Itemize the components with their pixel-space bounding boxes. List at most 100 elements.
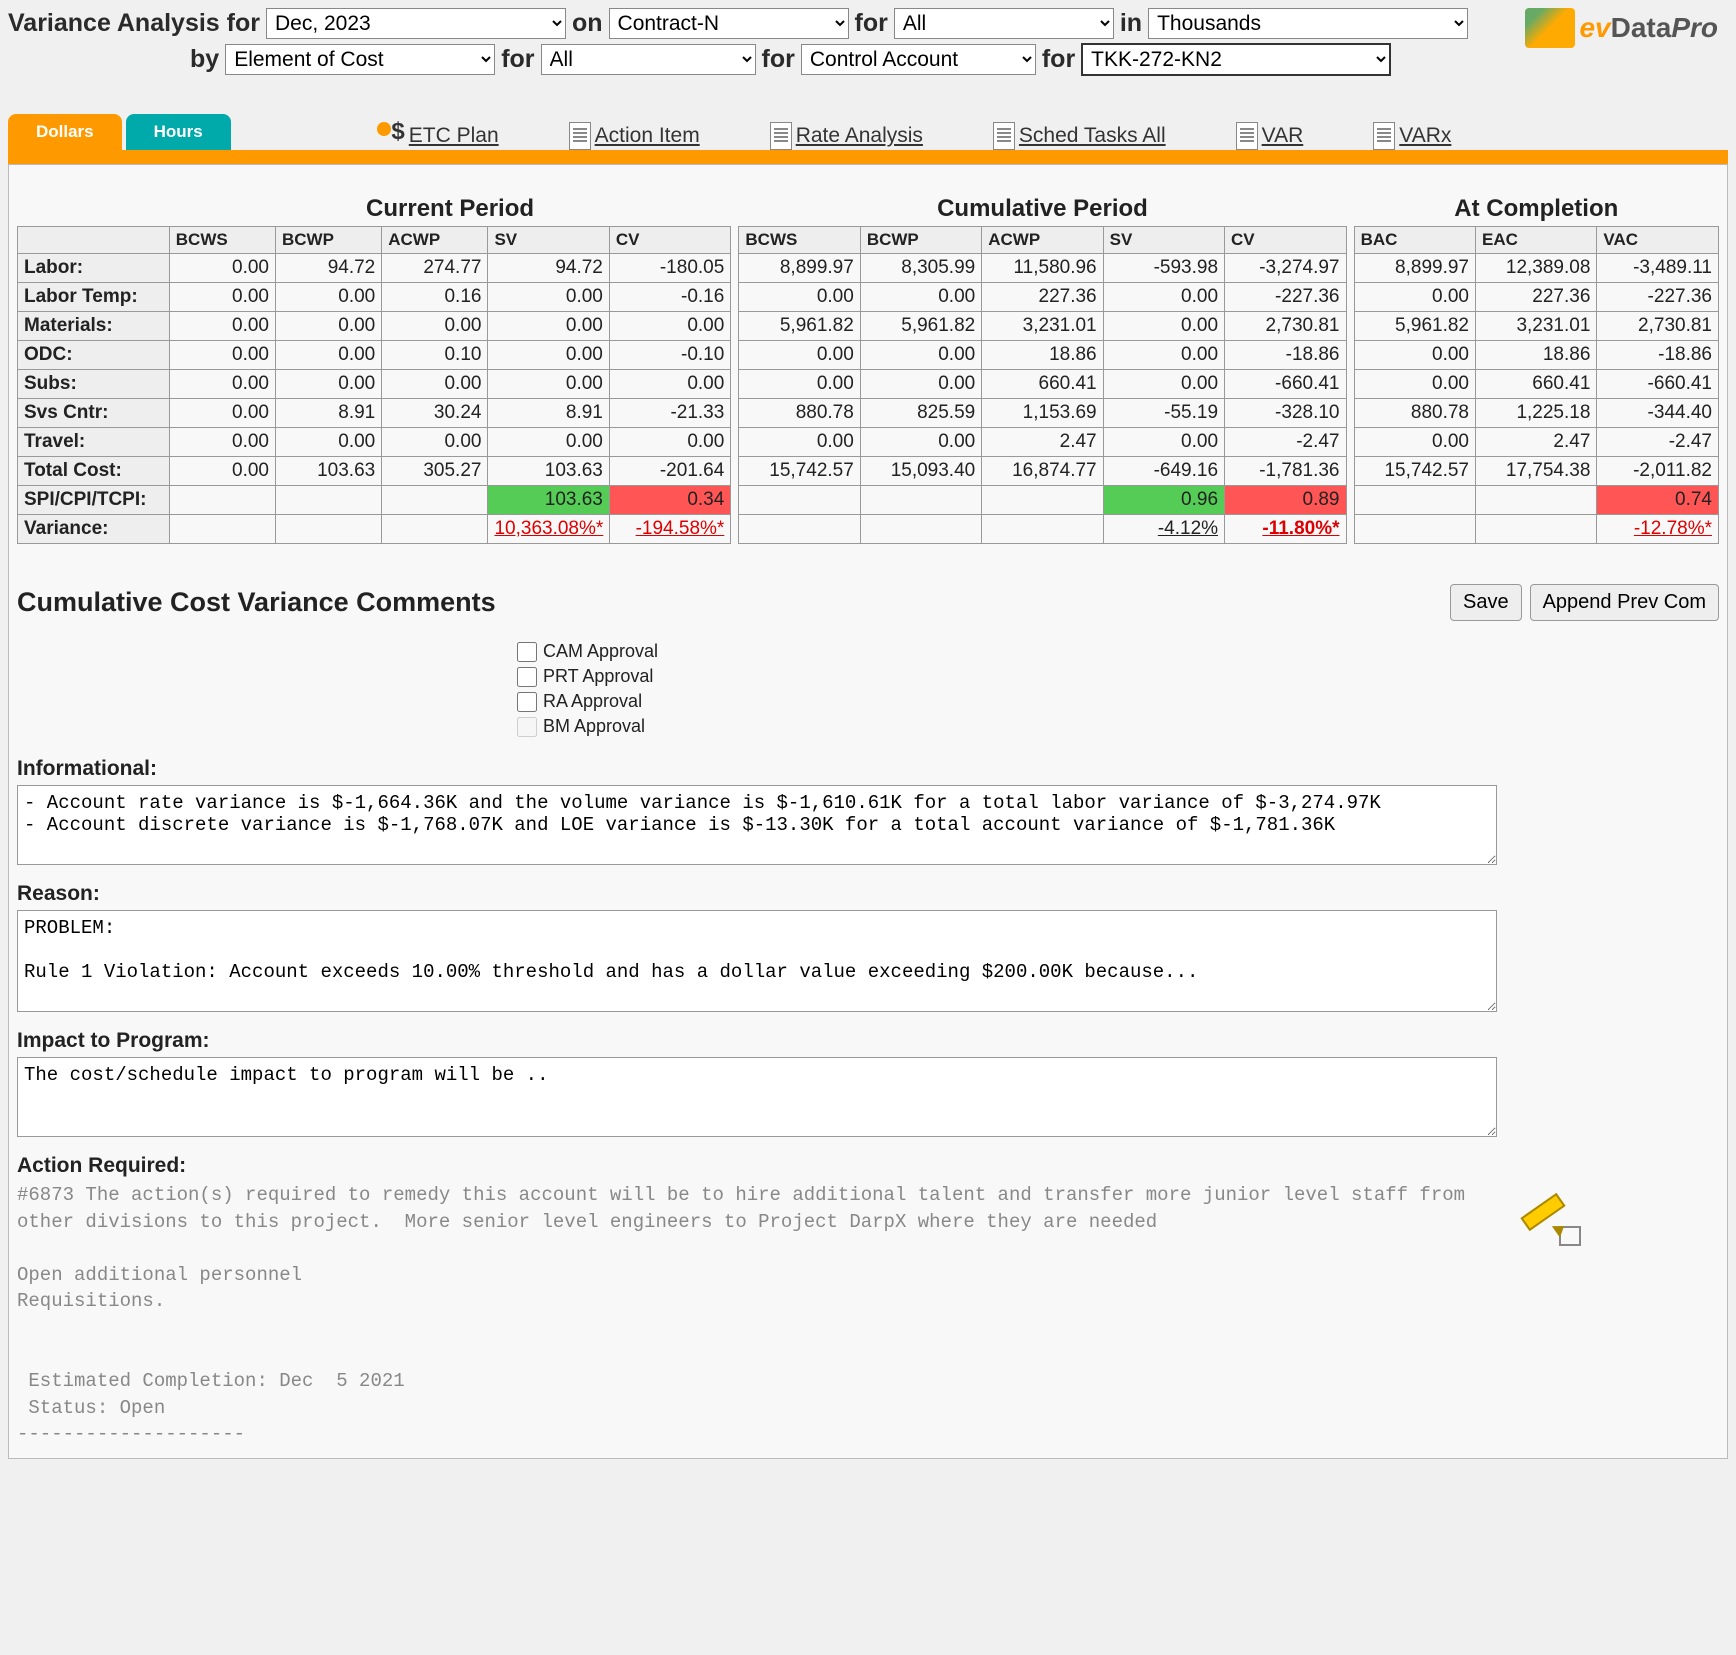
cell: -227.36 [1225, 283, 1346, 312]
cell: 0.00 [382, 312, 488, 341]
cell: 0.00 [860, 341, 981, 370]
cell: -660.41 [1225, 370, 1346, 399]
cell[interactable]: 10,363.08%* [488, 515, 609, 544]
for2-label: for [501, 45, 534, 74]
prt-approval-checkbox[interactable] [517, 667, 537, 687]
cell: 0.00 [488, 312, 609, 341]
save-button[interactable]: Save [1450, 584, 1522, 621]
rate-analysis-link[interactable]: Rate Analysis [796, 124, 923, 148]
ra-approval-checkbox[interactable] [517, 692, 537, 712]
col-sv-cur: SV [488, 227, 609, 254]
title-prefix: Variance Analysis for [8, 9, 260, 38]
row-label: Travel: [18, 428, 170, 457]
cell[interactable]: -4.12% [1103, 515, 1224, 544]
cell: 94.72 [488, 254, 609, 283]
cell[interactable] [739, 515, 860, 544]
cell: 0.00 [276, 428, 382, 457]
cell [382, 486, 488, 515]
dollars-tab[interactable]: Dollars [8, 114, 122, 150]
cell: -0.10 [609, 341, 730, 370]
cell: 0.00 [739, 283, 860, 312]
cell: -227.36 [1597, 283, 1719, 312]
cell[interactable] [382, 515, 488, 544]
cell[interactable]: -11.80%* [1225, 515, 1346, 544]
cell: 0.00 [382, 428, 488, 457]
in-label: in [1120, 9, 1142, 38]
cell[interactable]: -194.58%* [609, 515, 730, 544]
cell [1354, 486, 1475, 515]
cell [982, 486, 1103, 515]
cell: 0.00 [169, 341, 275, 370]
cell: 0.00 [169, 370, 275, 399]
cell[interactable] [982, 515, 1103, 544]
cell: 15,093.40 [860, 457, 981, 486]
hours-tab[interactable]: Hours [126, 114, 231, 150]
edit-pencil-icon[interactable] [1517, 1192, 1577, 1242]
reason-textarea[interactable] [17, 910, 1497, 1012]
sched-tasks-link[interactable]: Sched Tasks All [1019, 124, 1166, 148]
month-select[interactable]: Dec, 2023 [266, 8, 566, 39]
action-required-label: Action Required: [17, 1154, 1719, 1178]
cell: 103.63 [276, 457, 382, 486]
doc-icon [1236, 122, 1258, 150]
all2-select[interactable]: All [541, 44, 756, 75]
col-bcwp-cur: BCWP [276, 227, 382, 254]
cell[interactable] [169, 515, 275, 544]
cell: 1,153.69 [982, 399, 1103, 428]
cell: 17,754.38 [1476, 457, 1597, 486]
cell[interactable]: -12.78%* [1597, 515, 1719, 544]
logo-pro: Pro [1671, 12, 1718, 44]
eoc-select[interactable]: Element of Cost [225, 44, 495, 75]
cell: 0.00 [169, 254, 275, 283]
cell: 0.00 [1354, 428, 1475, 457]
contract-select[interactable]: Contract-N [609, 8, 849, 39]
tkk-select[interactable]: TKK-272-KN2 [1081, 43, 1391, 76]
cell: 0.00 [488, 283, 609, 312]
varx-link[interactable]: VARx [1399, 124, 1451, 148]
row-label: Subs: [18, 370, 170, 399]
action-item-link[interactable]: Action Item [595, 124, 700, 148]
by-label: by [190, 45, 219, 74]
cell: 0.34 [609, 486, 730, 515]
cell: 30.24 [382, 399, 488, 428]
col-cv-cum: CV [1225, 227, 1346, 254]
cam-approval-checkbox[interactable] [517, 642, 537, 662]
for3-label: for [762, 45, 795, 74]
cell[interactable] [276, 515, 382, 544]
etc-plan-link[interactable]: ETC Plan [409, 124, 499, 148]
var-link[interactable]: VAR [1262, 124, 1304, 148]
row-label: Labor: [18, 254, 170, 283]
cell: 305.27 [382, 457, 488, 486]
all1-select[interactable]: All [894, 8, 1114, 39]
cell[interactable] [1354, 515, 1475, 544]
cell: 2.47 [1476, 428, 1597, 457]
cell: 103.63 [488, 457, 609, 486]
cell: -2,011.82 [1597, 457, 1719, 486]
cell: 0.00 [169, 399, 275, 428]
table-row: Svs Cntr:0.008.9130.248.91-21.33880.7882… [18, 399, 1719, 428]
impact-textarea[interactable] [17, 1057, 1497, 1137]
units-select[interactable]: Thousands [1148, 8, 1468, 39]
cell: 0.00 [1354, 341, 1475, 370]
cell: 8,899.97 [1354, 254, 1475, 283]
bm-approval-checkbox[interactable] [517, 717, 537, 737]
cell: 0.00 [276, 370, 382, 399]
cell[interactable] [860, 515, 981, 544]
cell: 15,742.57 [1354, 457, 1475, 486]
row-label: Svs Cntr: [18, 399, 170, 428]
cell: 0.00 [276, 283, 382, 312]
row-label: Variance: [18, 515, 170, 544]
cell: 0.00 [169, 283, 275, 312]
cell: 880.78 [1354, 399, 1475, 428]
cell: 0.00 [1103, 341, 1224, 370]
table-row: Travel:0.000.000.000.000.000.000.002.470… [18, 428, 1719, 457]
informational-textarea[interactable] [17, 785, 1497, 865]
ra-approval-label: RA Approval [543, 691, 642, 712]
append-prev-com-button[interactable]: Append Prev Com [1530, 584, 1719, 621]
ca-select[interactable]: Control Account [801, 44, 1036, 75]
cell[interactable] [1476, 515, 1597, 544]
cell: -21.33 [609, 399, 730, 428]
reason-label: Reason: [17, 882, 1719, 906]
cell: 0.00 [488, 370, 609, 399]
cell: 12,389.08 [1476, 254, 1597, 283]
